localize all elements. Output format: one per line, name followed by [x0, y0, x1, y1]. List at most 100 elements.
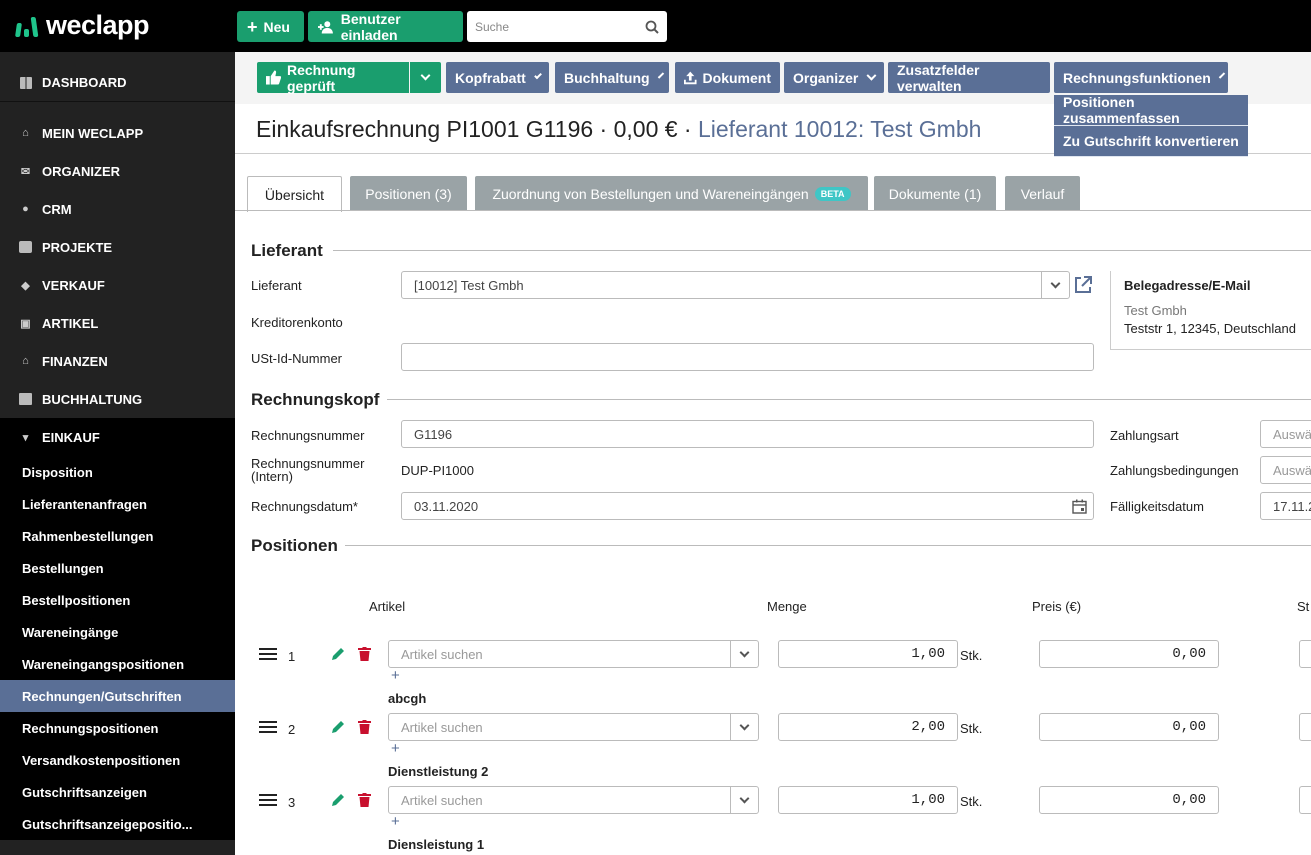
search-icon[interactable] — [645, 20, 659, 34]
tax-input[interactable] — [1299, 786, 1311, 814]
quantity-input[interactable]: 1,00 — [778, 786, 958, 814]
article-search-input[interactable]: Artikel suchen — [388, 640, 759, 668]
discount-button[interactable]: Kopfrabatt — [446, 62, 549, 93]
sidebar-item-organizer[interactable]: ✉ ORGANIZER — [0, 152, 235, 190]
sidebar-sub-rechnungspositionen[interactable]: Rechnungspositionen — [0, 712, 235, 744]
extra-fields-button[interactable]: Zusatzfelder verwalten — [888, 62, 1050, 94]
sidebar-sub-rahmenbestellungen[interactable]: Rahmenbestellungen — [0, 520, 235, 552]
tab-documents[interactable]: Dokumente (1) — [874, 176, 996, 211]
price-input[interactable]: 0,00 — [1039, 786, 1219, 814]
unit-label: Stk. — [960, 648, 983, 663]
accounting-button[interactable]: Buchhaltung — [555, 62, 669, 93]
price-input[interactable]: 0,00 — [1039, 713, 1219, 741]
thumbs-up-icon — [266, 70, 281, 85]
add-icon[interactable]: + — [391, 667, 400, 684]
drag-handle-icon[interactable] — [259, 721, 277, 733]
invoice-checked-button[interactable]: Rechnung geprüft — [257, 62, 409, 94]
vat-id-input[interactable] — [401, 343, 1094, 371]
add-icon[interactable]: + — [391, 740, 400, 757]
due-date-input[interactable]: 17.11.20 — [1260, 492, 1311, 520]
sidebar-sub-wareneingaenge[interactable]: Wareneingänge — [0, 616, 235, 648]
edit-icon[interactable] — [331, 793, 345, 807]
edit-icon[interactable] — [331, 647, 345, 661]
chevron-down-icon[interactable] — [730, 641, 758, 667]
article-search-input[interactable]: Artikel suchen — [388, 713, 759, 741]
chevron-down-icon[interactable] — [730, 714, 758, 740]
home-icon: ⌂ — [22, 127, 29, 139]
sidebar-item-mein-weclapp[interactable]: ⌂ MEIN WECLAPP — [0, 114, 235, 152]
external-link-icon[interactable] — [1073, 275, 1093, 295]
sidebar-sub-gutschriftsanzeigepositionen[interactable]: Gutschriftsanzeigepositio... — [0, 808, 235, 840]
quantity-input[interactable]: 1,00 — [778, 640, 958, 668]
sidebar-item-artikel[interactable]: ▣ ARTIKEL — [0, 304, 235, 342]
beta-badge: BETA — [814, 186, 851, 201]
delete-icon[interactable] — [358, 720, 371, 734]
supplier-link[interactable]: Lieferant 10012: Test Gmbh — [698, 116, 981, 142]
tab-overview[interactable]: Übersicht — [247, 176, 342, 212]
document-button[interactable]: Dokument — [675, 62, 780, 93]
sidebar-item-finanzen[interactable]: ⌂ FINANZEN — [0, 342, 235, 380]
tax-input[interactable] — [1299, 713, 1311, 741]
creditor-account-label: Kreditorenkonto — [251, 315, 343, 330]
invoice-number-label: Rechnungsnummer — [251, 428, 365, 443]
vat-id-label: USt-Id-Nummer — [251, 351, 343, 366]
invoice-date-input[interactable]: 03.11.2020 — [401, 492, 1094, 520]
sidebar-item-projekte[interactable]: PROJEKTE — [0, 228, 235, 266]
sidebar-sub-bestellungen[interactable]: Bestellungen — [0, 552, 235, 584]
chevron-down-icon — [1218, 72, 1225, 79]
delete-icon[interactable] — [358, 647, 371, 661]
add-user-icon — [318, 20, 333, 34]
sidebar-sub-gutschriftsanzeigen[interactable]: Gutschriftsanzeigen — [0, 776, 235, 808]
sidebar-item-crm[interactable]: ● CRM — [0, 190, 235, 228]
payment-method-label: Zahlungsart — [1110, 428, 1179, 443]
sidebar-sub-disposition[interactable]: Disposition — [0, 456, 235, 488]
bank-icon: ⌂ — [22, 355, 29, 367]
drag-handle-icon[interactable] — [259, 794, 277, 806]
chevron-down-icon[interactable] — [730, 787, 758, 813]
payment-method-select[interactable]: Auswä — [1260, 420, 1311, 448]
sidebar-item-einkauf[interactable]: ▾ EINKAUF — [0, 418, 235, 456]
price-input[interactable]: 0,00 — [1039, 640, 1219, 668]
calendar-icon[interactable] — [1072, 499, 1087, 514]
section-divider — [333, 250, 1311, 251]
menu-item-convert-credit[interactable]: Zu Gutschrift konvertieren — [1054, 126, 1248, 157]
sidebar-sub-versandkostenpositionen[interactable]: Versandkostenpositionen — [0, 744, 235, 776]
sidebar-sub-bestellpositionen[interactable]: Bestellpositionen — [0, 584, 235, 616]
delete-icon[interactable] — [358, 793, 371, 807]
menu-item-merge-positions[interactable]: Positionen zusammenfassen — [1054, 94, 1248, 126]
tab-history[interactable]: Verlauf — [1005, 176, 1080, 211]
add-icon[interactable]: + — [391, 813, 400, 830]
sidebar-sub-rechnungen-gutschriften[interactable]: Rechnungen/Gutschriften — [0, 680, 235, 712]
invite-user-button[interactable]: Benutzer einladen — [308, 11, 463, 43]
invoice-functions-button[interactable]: Rechnungsfunktionen — [1054, 62, 1228, 93]
calculator-icon — [18, 393, 33, 406]
sidebar-sub-lieferantenanfragen[interactable]: Lieferantenanfragen — [0, 488, 235, 520]
dashboard-icon — [18, 76, 33, 89]
main-content: Rechnung geprüft Kopfrabatt Buchhaltung … — [235, 52, 1311, 855]
sidebar-sub-wareneingangspositionen[interactable]: Wareneingangspositionen — [0, 648, 235, 680]
internal-number-value: DUP-PI1000 — [401, 463, 474, 478]
drag-handle-icon[interactable] — [259, 648, 277, 660]
quantity-input[interactable]: 2,00 — [778, 713, 958, 741]
tab-assignment[interactable]: Zuordnung von Bestellungen und Wareneing… — [475, 176, 868, 211]
weclapp-logo[interactable]: weclapp — [15, 10, 150, 41]
tax-input[interactable] — [1299, 640, 1311, 668]
sidebar-item-verkauf[interactable]: ◆ VERKAUF — [0, 266, 235, 304]
invoice-checked-dropdown[interactable] — [410, 62, 441, 93]
article-search-input[interactable]: Artikel suchen — [388, 786, 759, 814]
chevron-down-icon[interactable] — [1041, 272, 1069, 298]
invoice-number-input[interactable]: G1196 — [401, 420, 1094, 448]
article-name: abcgh — [388, 691, 427, 706]
payment-terms-select[interactable]: Auswä — [1260, 456, 1311, 484]
tag-icon: ◆ — [21, 279, 30, 292]
organizer-button[interactable]: Organizer — [784, 62, 884, 93]
new-button[interactable]: + Neu — [237, 11, 304, 42]
search-input[interactable]: Suche — [467, 11, 667, 42]
sidebar-item-buchhaltung[interactable]: BUCHHALTUNG — [0, 380, 235, 418]
edit-icon[interactable] — [331, 720, 345, 734]
tab-divider — [235, 210, 1311, 211]
column-price: Preis (€) — [1032, 599, 1082, 614]
sidebar-item-dashboard[interactable]: DASHBOARD — [0, 64, 235, 102]
supplier-select[interactable]: [10012] Test Gmbh — [401, 271, 1070, 299]
tab-positions[interactable]: Positionen (3) — [350, 176, 467, 211]
